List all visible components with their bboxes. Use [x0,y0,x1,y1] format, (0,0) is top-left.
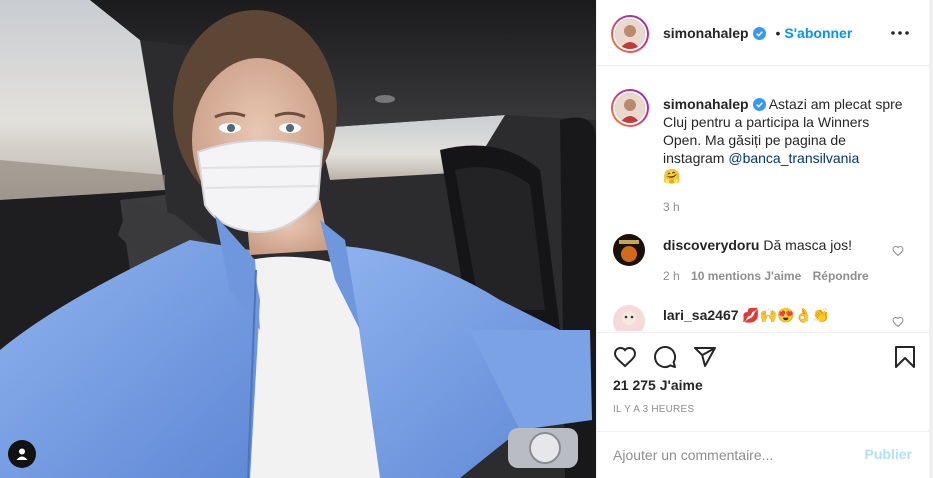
post-actions: 21 275 J'aime IL Y A 3 HEURES [597,332,930,432]
heart-icon[interactable] [613,345,637,369]
caption-emoji: 🤗 [663,168,681,184]
comment-username[interactable]: lari_sa2467 [663,307,739,323]
add-comment-bar: Publier [597,431,930,478]
caption-mention-link[interactable]: @banca_transilvania [728,150,859,166]
header-separator: • [775,25,781,41]
comment-like-heart-icon[interactable] [892,245,904,257]
comment-time[interactable]: 2 h [663,269,680,283]
comment-icon[interactable] [653,345,677,369]
caption-avatar[interactable] [613,91,647,125]
comments-list[interactable]: simonahalep Astazi am plecat spre Cluj p… [597,67,930,331]
caption-time[interactable]: 3 h [663,200,680,214]
comment-like-heart-icon[interactable] [892,316,904,328]
comment-username[interactable]: discoverydoru [663,237,759,253]
post-photo[interactable] [0,0,596,478]
likes-count[interactable]: 21 275 J'aime [613,377,703,393]
comment-text: 💋🙌😍👌👏 [742,307,830,323]
post-time-ago[interactable]: IL Y A 3 HEURES [613,404,694,415]
comment-likes-count[interactable]: 10 mentions J'aime [691,269,801,283]
more-horizontal-icon[interactable] [888,25,912,41]
comment-text: Dă masca jos! [763,237,853,253]
comment-avatar[interactable] [613,305,645,331]
header-username[interactable]: simonahalep [663,25,749,41]
share-icon[interactable] [693,345,717,369]
scrollbar-track[interactable] [929,0,933,478]
caption-text-block: simonahalep Astazi am plecat spre Cluj p… [663,95,911,185]
bookmark-icon[interactable] [894,345,916,369]
publish-button[interactable]: Publier [865,446,912,462]
comment-avatar[interactable] [613,234,645,266]
verified-badge-icon [752,27,766,40]
reply-button[interactable]: Répondre [813,269,869,283]
verified-badge-icon [752,98,766,111]
follow-button[interactable]: S'abonner [784,25,852,41]
comment-input[interactable] [613,444,843,466]
selfie-image [0,0,596,478]
user-tag-button[interactable] [8,440,36,468]
avatar[interactable] [613,17,647,51]
user-tag-icon [16,448,28,460]
caption-username[interactable]: simonahalep [663,96,749,112]
post-header: simonahalep • S'abonner [597,0,930,66]
post-side-panel: simonahalep • S'abonner simonahalep Astaz… [596,0,933,478]
